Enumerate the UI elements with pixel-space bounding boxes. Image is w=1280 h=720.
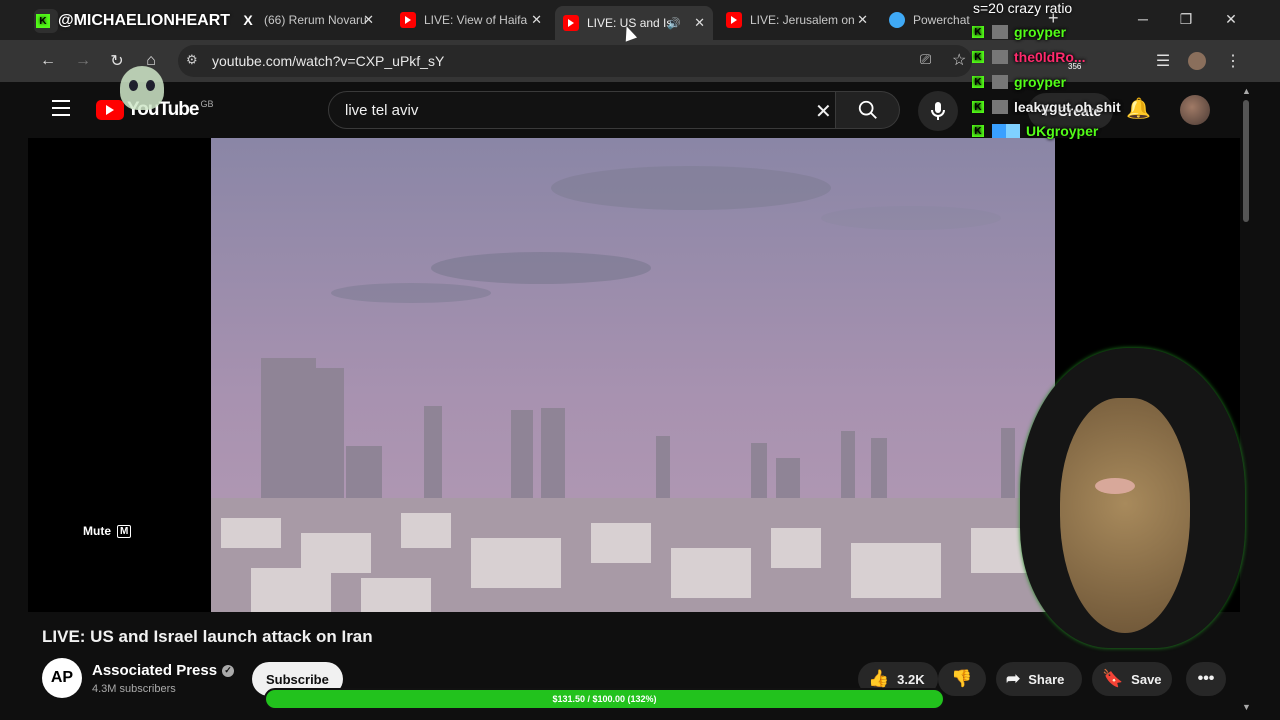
youtube-icon <box>726 12 742 28</box>
hamburger-menu-icon[interactable] <box>52 100 70 116</box>
video-frame[interactable] <box>211 138 1055 612</box>
microphone-icon <box>931 102 945 120</box>
tab-label: Powerchat <box>913 13 970 27</box>
mute-tooltip: Mute M <box>83 524 132 538</box>
forward-button[interactable]: → <box>72 50 94 72</box>
channel-avatar[interactable]: AP <box>42 658 82 698</box>
search-icon <box>858 100 877 119</box>
x-logo-icon: X <box>243 12 253 28</box>
back-button[interactable]: ← <box>37 50 59 72</box>
close-tab-icon[interactable]: ✕ <box>694 15 705 31</box>
more-horizontal-icon: ••• <box>1197 670 1215 687</box>
badge-icons <box>992 124 1020 138</box>
goal-text: $131.50 / $100.00 (132%) <box>552 694 657 704</box>
user-avatar <box>992 100 1008 114</box>
kick-logo-icon: K <box>972 51 984 63</box>
chat-message: K groyper <box>972 22 1066 42</box>
close-window-button[interactable]: ✕ <box>1216 8 1246 30</box>
site-info-icon[interactable]: ⚙ <box>186 52 198 68</box>
search-input[interactable]: live tel aviv ✕ <box>328 91 836 129</box>
thumbs-up-icon: 👍 <box>868 669 890 688</box>
streamer-webcam <box>1000 348 1256 668</box>
chat-message: K UKgroyper <box>972 121 1098 141</box>
browser-menu-icon[interactable]: ⋮ <box>1222 50 1244 72</box>
powerchat-icon <box>889 12 905 28</box>
bookmark-star-icon[interactable]: ☆ <box>952 50 966 70</box>
tab-label: LIVE: Jerusalem on <box>750 13 855 27</box>
streamer-handle: K @MICHAELIONHEART <box>36 12 230 30</box>
youtube-play-icon <box>96 100 124 120</box>
dislike-button[interactable]: 👎 <box>938 662 986 696</box>
address-bar[interactable]: ⚙ youtube.com/watch?v=CXP_uPkf_sY ⎚ ☆ <box>178 45 972 77</box>
close-tab-icon[interactable]: ✕ <box>363 12 374 28</box>
share-arrow-icon: ➦ <box>1006 669 1021 688</box>
close-tab-icon[interactable]: ✕ <box>531 12 542 28</box>
video-title: LIVE: US and Israel launch attack on Ira… <box>42 627 373 646</box>
account-avatar[interactable] <box>1180 95 1210 125</box>
bookmark-icon: 🔖 <box>1102 669 1124 688</box>
voice-search-button[interactable] <box>918 91 958 131</box>
search-button[interactable] <box>836 91 900 129</box>
install-app-icon[interactable]: ⎚ <box>920 51 931 68</box>
kick-logo-icon: K <box>972 125 984 137</box>
youtube-icon <box>400 12 416 28</box>
speaker-icon[interactable]: 🔊 <box>667 17 681 30</box>
chat-message: K leakygut oh shit <box>972 97 1121 117</box>
tab-label: LIVE: View of Haifa <box>424 13 528 27</box>
restore-button[interactable]: ❐ <box>1171 8 1201 30</box>
tel-aviv-skyline-image <box>211 138 1055 612</box>
kick-logo-icon: K <box>972 101 984 113</box>
youtube-icon <box>563 15 579 31</box>
subscriber-count: 4.3M subscribers <box>92 683 176 695</box>
user-avatar <box>992 75 1008 89</box>
user-avatar <box>992 25 1008 39</box>
reload-button[interactable]: ↻ <box>106 50 128 72</box>
clear-search-icon[interactable]: ✕ <box>815 99 832 124</box>
thumbs-down-icon: 👎 <box>951 669 973 688</box>
donation-goal-bar: $131.50 / $100.00 (132%) <box>264 688 945 710</box>
scrollbar-thumb[interactable] <box>1243 100 1249 222</box>
chat-overlay: K groyper K the0ldRo... K groyper K leak… <box>972 0 1172 145</box>
profile-avatar[interactable] <box>1188 52 1206 70</box>
tab-rerum[interactable]: X (66) Rerum Novaru ✕ <box>232 6 382 34</box>
url-text: youtube.com/watch?v=CXP_uPkf_sY <box>212 53 445 69</box>
kick-logo-icon: K <box>36 14 50 28</box>
tab-haifa[interactable]: LIVE: View of Haifa ✕ <box>392 6 550 34</box>
close-tab-icon[interactable]: ✕ <box>857 12 868 28</box>
viewer-counter: 356 <box>1068 62 1082 71</box>
chat-message: K groyper <box>972 72 1066 92</box>
kick-logo-icon: K <box>972 76 984 88</box>
scroll-down-arrow-icon[interactable]: ▼ <box>1242 702 1251 712</box>
tab-jerusalem[interactable]: LIVE: Jerusalem on ✕ <box>718 6 876 34</box>
kick-logo-icon: K <box>972 26 984 38</box>
tab-label: (66) Rerum Novaru <box>264 13 367 27</box>
scroll-up-arrow-icon[interactable]: ▲ <box>1242 86 1251 96</box>
verified-check-icon: ✓ <box>222 664 235 677</box>
skull-emote <box>120 66 164 110</box>
channel-name[interactable]: Associated Press ✓ <box>92 662 235 679</box>
user-avatar <box>992 50 1008 64</box>
